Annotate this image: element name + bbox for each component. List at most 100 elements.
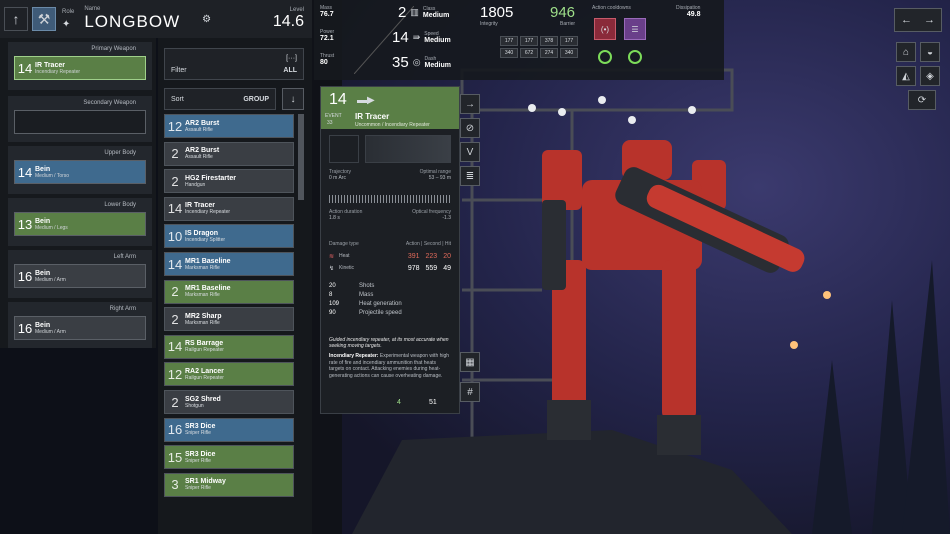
forward-arrow-icon[interactable]: → <box>918 9 941 31</box>
item-sub: Marksman Rifle <box>185 292 220 299</box>
cooldown-ability-button[interactable]: ☰ <box>624 18 646 40</box>
speed-value: Medium <box>424 37 451 44</box>
part-arm-icon[interactable]: ◭ <box>896 66 916 86</box>
slot-lower-box[interactable]: 13 Bein Medium / Legs <box>14 212 146 236</box>
card-link-icon[interactable]: ⊘ <box>460 118 480 138</box>
cooldowns-label: Action cooldowns <box>592 5 631 11</box>
kinetic-second: 559 <box>425 265 438 272</box>
slot-left-arm-box[interactable]: 16 Bein Medium / Arm <box>14 264 146 288</box>
inventory-item[interactable]: 2 AR2 Burst Assault Rifle <box>164 141 294 166</box>
card-sub: Uncommon / Incendiary Repeater <box>355 122 430 128</box>
slot-sub: Incendiary Repeater <box>35 68 81 75</box>
slot-upper-box[interactable]: 14 Bein Medium / Torso <box>14 160 146 184</box>
item-name: HG2 Firestarter <box>185 174 236 182</box>
item-level: 12 <box>167 366 183 382</box>
slot-secondary-box[interactable] <box>14 110 146 134</box>
kinetic-label: Kinetic <box>339 265 355 271</box>
sort-direction-button[interactable]: ↓ <box>282 88 304 110</box>
inventory-item[interactable]: 14 IR Tracer Incendiary Repeater <box>164 196 294 221</box>
slot-number: 14 <box>17 164 33 180</box>
integrity-cell: 672 <box>520 48 538 58</box>
optimal-value: 53 – 93 m <box>428 175 451 181</box>
item-level: 2 <box>171 311 179 327</box>
inventory-item[interactable]: 14 RS Barrage Railgun Repeater <box>164 334 294 359</box>
item-sub: Railgun Repeater <box>185 374 224 381</box>
stat-row-label: Mass <box>359 292 374 298</box>
inventory-item[interactable]: 2 HG2 Firestarter Handgun <box>164 169 294 194</box>
integrity-cell: 340 <box>560 48 578 58</box>
part-torso-icon[interactable]: ⌂ <box>896 42 916 62</box>
item-level: 16 <box>167 422 183 438</box>
cooldown-attack-button[interactable]: (•) <box>594 18 616 40</box>
item-name: MR1 Baseline <box>185 257 231 265</box>
damage-columns: Action | Second | Hit <box>405 241 451 247</box>
class-value: Medium <box>422 12 450 19</box>
item-name: MR2 Sharp <box>185 312 222 320</box>
dash-icon: ◎ <box>412 57 421 67</box>
inventory-item[interactable]: 2 MR2 Sharp Marksman Rifle <box>164 307 294 332</box>
role-icon: ⚒ <box>37 10 51 27</box>
part-leg-icon[interactable]: ◈ <box>920 66 940 86</box>
attack-icon: (•) <box>600 24 610 34</box>
item-level: 14 <box>167 201 183 217</box>
card-v-icon[interactable]: V <box>460 142 480 162</box>
slot-lower-body: Lower Body 13 Bein Medium / Legs <box>8 198 152 246</box>
filter-box[interactable]: Filter [···] ALL <box>164 48 304 80</box>
gear-icon[interactable]: ⚙ <box>202 14 211 25</box>
sort-box[interactable]: Sort GROUP <box>164 88 276 110</box>
trajectory-value: 0 m Arc <box>329 175 346 181</box>
item-sub: Sniper Rifle <box>185 485 211 492</box>
inventory-item[interactable]: 16 SR3 Dice Sniper Rifle <box>164 417 294 442</box>
heat-icon: ≋ <box>329 254 335 260</box>
slot-name: IR Tracer <box>35 61 65 69</box>
card-stack-icon[interactable]: ≣ <box>460 166 480 186</box>
card-level: 14 <box>329 91 347 108</box>
integrity-cell: 274 <box>540 48 558 58</box>
slot-number: 16 <box>17 268 33 284</box>
compare-icon[interactable]: # <box>460 382 480 402</box>
part-head-icon[interactable]: ◒ <box>920 42 940 62</box>
item-name: SR1 Midway <box>185 478 226 486</box>
weapon-icon: ▬▶ <box>357 95 375 106</box>
item-name: SR3 Dice <box>185 450 216 458</box>
weapon-detail-card: 14 ▬▶ EVENT 33 IR Tracer Uncommon / Ince… <box>320 86 460 414</box>
stat-row-value: 20 <box>329 283 336 289</box>
class-num: 2 <box>398 4 407 21</box>
item-sub: Marksman Rifle <box>185 264 220 271</box>
inventory-item[interactable]: 2 SG2 Shred Shotgun <box>164 390 294 414</box>
inventory-item[interactable]: 12 AR2 Burst Assault Rifle <box>164 114 294 138</box>
back-arrow-icon[interactable]: ← <box>895 9 918 31</box>
stat-rows: 20 Shots 8 Mass 109 Heat generation 90 Projecti… <box>329 283 451 319</box>
slot-primary-box[interactable]: 14 IR Tracer Incendiary Repeater <box>14 56 146 80</box>
card-header: 14 ▬▶ EVENT 33 IR Tracer Uncommon / Ince… <box>321 87 459 129</box>
slot-title: Lower Body <box>104 202 136 208</box>
slot-primary-weapon: Primary Weapon 14 IR Tracer Incendiary Re… <box>8 42 152 90</box>
stat-row: 90 Projectile speed <box>329 310 451 316</box>
up-arrow-button[interactable]: ↑ <box>4 7 28 31</box>
card-forward-icon[interactable]: → <box>460 94 480 114</box>
inventory-item[interactable]: 3 SR1 Midway Sniper Rifle <box>164 472 294 497</box>
fire-rate-bar <box>329 195 451 203</box>
inventory-item[interactable]: 12 RA2 Lancer Railgun Repeater <box>164 362 294 387</box>
item-level: 10 <box>167 228 183 244</box>
role-button[interactable]: ⚒ <box>32 7 56 31</box>
inventory-item[interactable]: 15 SR3 Dice Sniper Rifle <box>164 445 294 470</box>
item-name: MR1 Baseline <box>185 285 231 293</box>
item-sub: Sniper Rifle <box>185 457 211 464</box>
grid-view-icon[interactable]: ▦ <box>460 352 480 372</box>
slot-title: Secondary Weapon <box>83 100 136 106</box>
integrity-label: Integrity <box>480 21 498 27</box>
trajectory-graph <box>329 135 359 163</box>
heat-action: 391 <box>407 253 420 260</box>
inventory-item[interactable]: 2 MR1 Baseline Marksman Rifle <box>164 279 294 304</box>
rotate-icon[interactable]: ⟳ <box>908 90 936 110</box>
scrollbar-thumb[interactable] <box>298 114 304 200</box>
class-icon: ▥ <box>410 7 419 17</box>
mech-name[interactable]: LONGBOW <box>84 12 180 32</box>
slot-sub: Medium / Torso <box>35 172 70 179</box>
cooldown-ready-icon <box>598 50 612 64</box>
inventory-item[interactable]: 10 IS Dragon Incendiary Splitter <box>164 224 294 249</box>
inventory-item[interactable]: 14 MR1 Baseline Marksman Rifle <box>164 252 294 276</box>
slot-right-arm-box[interactable]: 16 Bein Medium / Arm <box>14 316 146 340</box>
integrity-cell: 340 <box>500 48 518 58</box>
